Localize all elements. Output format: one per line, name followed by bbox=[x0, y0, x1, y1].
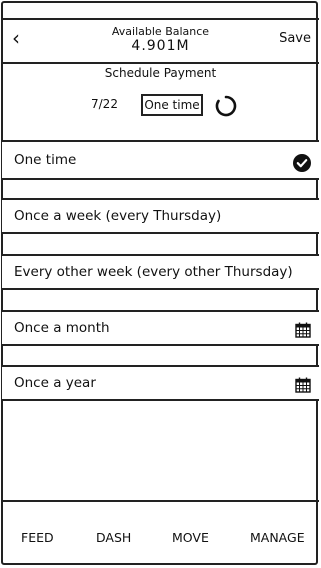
option-label: Every other week (every other Thursday) bbox=[14, 264, 293, 280]
nav-move[interactable]: MOVE bbox=[172, 530, 209, 545]
loading-spinner-icon bbox=[215, 95, 237, 117]
payment-date[interactable]: 7/22 bbox=[91, 97, 118, 111]
nav-feed[interactable]: FEED bbox=[21, 530, 54, 545]
option-label: Once a year bbox=[14, 375, 96, 391]
option-label: Once a month bbox=[14, 320, 110, 336]
option-every-other-week[interactable]: Every other week (every other Thursday) bbox=[2, 254, 319, 290]
option-once-a-week[interactable]: Once a week (every Thursday) bbox=[2, 198, 319, 234]
checkmark-icon bbox=[293, 154, 311, 172]
save-button[interactable]: Save bbox=[279, 31, 311, 46]
calendar-icon[interactable] bbox=[295, 377, 311, 393]
nav-manage[interactable]: MANAGE bbox=[250, 530, 305, 545]
bottom-nav: FEED DASH MOVE MANAGE bbox=[2, 500, 319, 566]
schedule-payment-title: Schedule Payment bbox=[104, 66, 217, 80]
option-once-a-year[interactable]: Once a year bbox=[2, 365, 319, 401]
available-balance-label: Available Balance bbox=[111, 25, 210, 38]
calendar-icon[interactable] bbox=[295, 322, 311, 338]
option-once-a-month[interactable]: Once a month bbox=[2, 310, 319, 346]
option-label: One time bbox=[14, 152, 77, 168]
frequency-selector[interactable]: One time bbox=[141, 94, 203, 116]
option-one-time[interactable]: One time bbox=[2, 142, 319, 180]
nav-dash[interactable]: DASH bbox=[96, 530, 131, 545]
available-balance-value: 4.901M bbox=[131, 38, 190, 54]
option-label: Once a week (every Thursday) bbox=[14, 208, 222, 224]
header-bar: ‹ Available Balance 4.901M Save bbox=[2, 18, 319, 64]
